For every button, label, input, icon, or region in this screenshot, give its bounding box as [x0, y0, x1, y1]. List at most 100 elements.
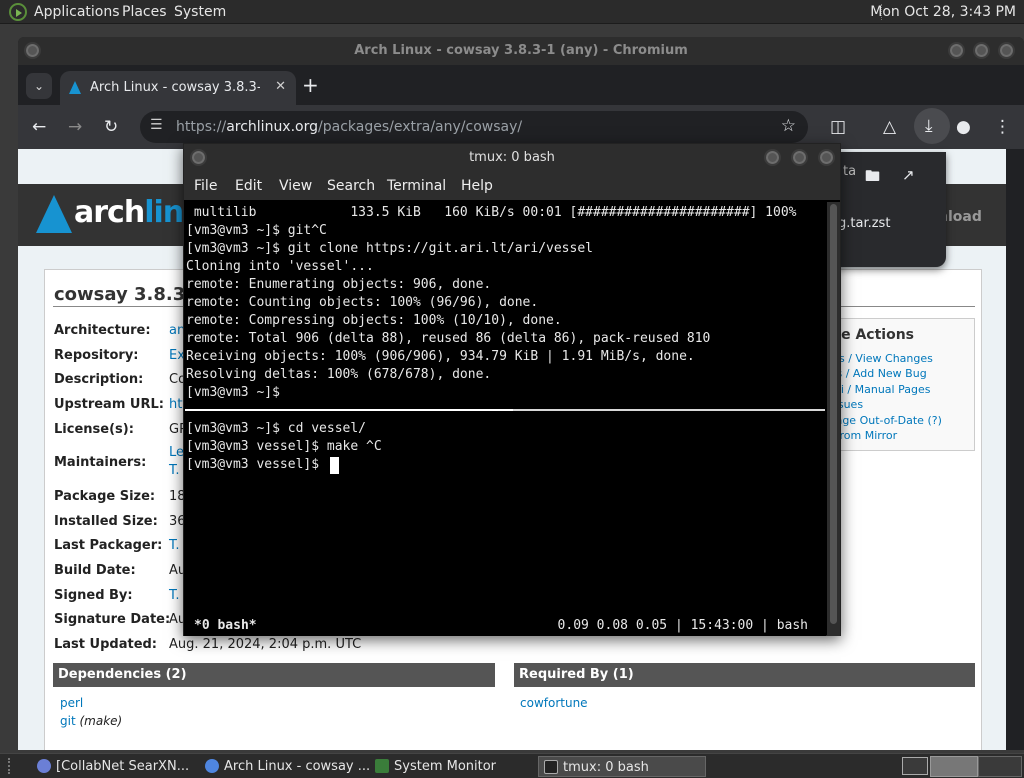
- terminal-titlebar[interactable]: tmux: 0 bash: [184, 144, 840, 172]
- terminal-line: [vm3@vm3 ~]$ git^C: [186, 223, 327, 238]
- tmux-pane-divider-active: [185, 409, 513, 411]
- tab-strip: ⌄ Arch Linux - cowsay 3.8.3-1 ( ✕ +: [18, 65, 1024, 105]
- terminal-line: remote: Counting objects: 100% (96/96), …: [186, 295, 539, 310]
- field-label: Upstream URL:: [54, 397, 164, 412]
- dependency-link[interactable]: git: [60, 714, 76, 728]
- terminal-maximize-button[interactable]: [791, 149, 808, 166]
- browser-titlebar[interactable]: Arch Linux - cowsay 3.8.3-1 (any) - Chro…: [18, 37, 1024, 65]
- arch-logo-icon[interactable]: [36, 195, 72, 233]
- terminal-line: [vm3@vm3 vessel]$ make ^C: [186, 439, 382, 454]
- minimize-button[interactable]: [948, 42, 965, 59]
- close-tab-icon[interactable]: ✕: [275, 79, 286, 94]
- taskbar-item-system-monitor[interactable]: System Monitor: [370, 756, 534, 777]
- terminal-menubar: File Edit View Search Terminal Help: [184, 172, 840, 200]
- terminal-window-menu-button[interactable]: [190, 149, 207, 166]
- tab-search-button[interactable]: ⌄: [26, 73, 52, 99]
- download-label: ta: [843, 164, 857, 179]
- terminal-menu-file[interactable]: File: [194, 178, 217, 194]
- terminal-line: [vm3@vm3 ~]$ cd vessel/: [186, 421, 367, 436]
- required-by-link[interactable]: cowfortune: [520, 696, 588, 710]
- close-window-button[interactable]: [998, 42, 1015, 59]
- tmux-status-bar: *0 bash* 0.09 0.08 0.05 | 15:43:00 | bas…: [184, 618, 826, 636]
- field-label: Package Size:: [54, 489, 156, 504]
- dependency-note: (make): [79, 714, 123, 728]
- terminal-scrollbar[interactable]: [827, 202, 840, 636]
- field-label: Repository:: [54, 348, 139, 363]
- terminal-window: tmux: 0 bash File Edit View Search Termi…: [183, 143, 841, 636]
- tmux-window-indicator: *0 bash*: [194, 618, 257, 633]
- arch-logo-text[interactable]: archlin: [74, 195, 184, 230]
- clock[interactable]: Mon Oct 28, 3:43 PM: [870, 4, 1016, 20]
- field-value-maintainer[interactable]: T.: [169, 463, 180, 478]
- system-monitor-icon: [375, 759, 389, 773]
- terminal-line: [vm3@vm3 ~]$ git clone https://git.ari.l…: [186, 241, 593, 256]
- download-filename[interactable]: g.tar.zst: [838, 216, 890, 231]
- field-label: Installed Size:: [54, 514, 158, 529]
- list-item: git (make): [60, 714, 122, 728]
- chevron-down-icon: ⌄: [33, 79, 45, 93]
- workspace-2[interactable]: [978, 756, 1022, 777]
- field-value-maintainer[interactable]: Le: [169, 445, 184, 460]
- field-label: Signed By:: [54, 588, 133, 603]
- terminal-line: remote: Total 906 (delta 88), reused 86 …: [186, 331, 711, 346]
- field-label: Last Packager:: [54, 538, 163, 553]
- workspace-1[interactable]: [930, 756, 978, 777]
- terminal-line: remote: Enumerating objects: 906, done.: [186, 277, 492, 292]
- profile-avatar-icon[interactable]: ●: [956, 117, 971, 137]
- terminal-close-button[interactable]: [818, 149, 835, 166]
- browser-icon: [37, 759, 51, 773]
- terminal-menu-edit[interactable]: Edit: [235, 178, 262, 194]
- terminal-line: remote: Compressing objects: 100% (10/10…: [186, 313, 562, 328]
- terminal-minimize-button[interactable]: [764, 149, 781, 166]
- terminal-window-title: tmux: 0 bash: [469, 150, 555, 165]
- terminal-menu-terminal[interactable]: Terminal: [387, 178, 446, 194]
- tab-title: Arch Linux - cowsay 3.8.3-1 (: [90, 80, 260, 95]
- labs-flask-icon[interactable]: △: [883, 117, 896, 137]
- field-label: Maintainers:: [54, 455, 147, 470]
- bookmark-star-icon[interactable]: ☆: [781, 116, 796, 136]
- site-info-icon[interactable]: ☰: [150, 117, 163, 133]
- taskbar-item-searxng[interactable]: [CollabNet SearXN...: [32, 756, 196, 777]
- tmux-pane-divider[interactable]: [185, 409, 825, 411]
- taskbar-item-arch-linux[interactable]: Arch Linux - cowsay ...: [200, 756, 370, 777]
- tab-arch-cowsay[interactable]: Arch Linux - cowsay 3.8.3-1 ( ✕: [60, 71, 296, 105]
- window-menu-button[interactable]: [24, 42, 41, 59]
- taskbar-item-tmux[interactable]: tmux: 0 bash: [538, 756, 706, 777]
- show-desktop-button[interactable]: [902, 757, 928, 775]
- taskbar-handle: [8, 758, 22, 774]
- field-value-signed-by[interactable]: T.: [169, 588, 180, 603]
- maximize-button[interactable]: [973, 42, 990, 59]
- extensions-puzzle-icon[interactable]: ◫: [830, 117, 846, 137]
- address-bar[interactable]: ☰ https://archlinux.org/packages/extra/a…: [140, 111, 808, 143]
- scrollbar-thumb[interactable]: [830, 204, 837, 624]
- field-label: Description:: [54, 372, 144, 387]
- menu-system[interactable]: System: [174, 4, 226, 20]
- terminal-menu-search[interactable]: Search: [327, 178, 375, 194]
- terminal-line: [vm3@vm3 ~]$: [186, 385, 280, 400]
- downloads-button[interactable]: ⤓: [914, 108, 950, 144]
- terminal-icon: [544, 760, 558, 774]
- distro-logo-icon[interactable]: [9, 3, 27, 21]
- folder-icon[interactable]: 🖿: [865, 166, 880, 191]
- terminal-output[interactable]: multilib 133.5 KiB 160 KiB/s 00:01 [####…: [185, 202, 827, 620]
- url-text[interactable]: https://archlinux.org/packages/extra/any…: [176, 119, 522, 135]
- menu-applications[interactable]: Applications: [34, 4, 120, 20]
- terminal-menu-help[interactable]: Help: [461, 178, 493, 194]
- open-external-icon[interactable]: ↗: [902, 166, 915, 184]
- tmux-status-right: 0.09 0.08 0.05 | 15:43:00 | bash: [557, 618, 808, 633]
- back-arrow-icon[interactable]: ←: [32, 117, 46, 137]
- taskbar: [CollabNet SearXN... Arch Linux - cowsay…: [0, 753, 1024, 778]
- top-panel: Applications Places System Mon Oct 28, 3…: [0, 0, 1024, 24]
- terminal-line: Receiving objects: 100% (906/906), 934.7…: [186, 349, 695, 364]
- terminal-line: [vm3@vm3 vessel]$: [186, 457, 327, 472]
- terminal-line: Cloning into 'vessel'...: [186, 259, 374, 274]
- reload-icon[interactable]: ↻: [104, 117, 118, 137]
- menu-places[interactable]: Places: [122, 4, 167, 20]
- field-value-last-packager[interactable]: T.: [169, 538, 180, 553]
- forward-arrow-icon[interactable]: →: [68, 117, 82, 137]
- terminal-menu-view[interactable]: View: [279, 178, 312, 194]
- new-tab-button[interactable]: +: [302, 73, 319, 97]
- more-menu-icon[interactable]: ⋮: [994, 117, 1011, 137]
- dependency-link[interactable]: perl: [60, 696, 83, 710]
- terminal-line: Resolving deltas: 100% (678/678), done.: [186, 367, 492, 382]
